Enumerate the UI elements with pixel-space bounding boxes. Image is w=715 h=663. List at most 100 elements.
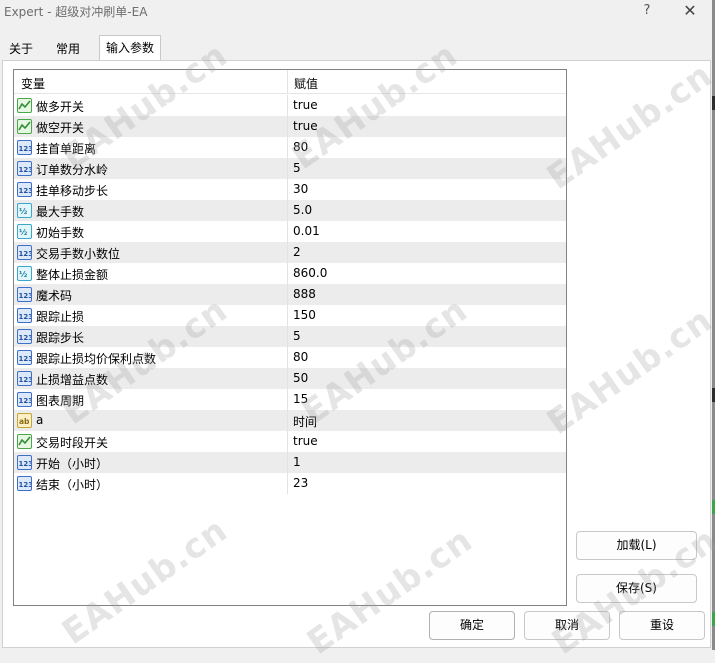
svg-text:123: 123 (19, 334, 32, 342)
parameter-name: 魔术码 (36, 289, 73, 303)
window-title: Expert - 超级对冲刷单-EA (4, 5, 148, 19)
ok-button[interactable]: 确定 (429, 611, 515, 640)
tab-about[interactable]: 关于 (3, 39, 39, 60)
parameter-name: 订单数分水岭 (36, 163, 109, 177)
column-header-value[interactable]: 赋值 (294, 75, 318, 92)
table-row[interactable]: 123 交易手数小数位 2 (14, 242, 566, 263)
table-row[interactable]: 交易时段开关 true (14, 431, 566, 452)
parameter-name: 开始（小时） (36, 457, 109, 471)
cancel-button[interactable]: 取消 (524, 611, 610, 640)
int-type-icon: 123 (17, 392, 32, 407)
load-button[interactable]: 加载(L) (576, 531, 697, 560)
svg-text:123: 123 (19, 376, 32, 384)
parameter-value[interactable]: 2 (293, 245, 301, 259)
table-row[interactable]: 123 图表周期 15 (14, 389, 566, 410)
table-row[interactable]: ab a 时间 (14, 410, 566, 431)
table-row[interactable]: 123 魔术码 888 (14, 284, 566, 305)
parameter-value[interactable]: 5.0 (293, 203, 312, 217)
svg-text:123: 123 (19, 355, 32, 363)
string-type-icon: ab (17, 413, 32, 428)
int-type-icon: 123 (17, 140, 32, 155)
svg-text:123: 123 (19, 481, 32, 489)
parameter-name: 跟踪止损均价保利点数 (36, 352, 157, 366)
parameter-name: 跟踪步长 (36, 331, 85, 345)
reset-button[interactable]: 重设 (619, 611, 705, 640)
int-type-icon: 123 (17, 308, 32, 323)
tab-inputs[interactable]: 输入参数 (99, 35, 162, 61)
parameter-name: 挂首单距离 (36, 142, 97, 156)
table-row[interactable]: 123 挂单移动步长 30 (14, 179, 566, 200)
parameter-name: 整体止损金额 (36, 268, 109, 282)
table-row[interactable]: 123 跟踪止损均价保利点数 80 (14, 347, 566, 368)
table-row[interactable]: ½ 整体止损金额 860.0 (14, 263, 566, 284)
svg-text:123: 123 (19, 166, 32, 174)
parameter-value[interactable]: 0.01 (293, 224, 320, 238)
column-header-variable[interactable]: 变量 (21, 75, 45, 92)
parameter-name: 止损增益点数 (36, 373, 109, 387)
int-type-icon: 123 (17, 350, 32, 365)
parameter-value[interactable]: true (293, 119, 318, 133)
double-type-icon: ½ (17, 224, 32, 239)
int-type-icon: 123 (17, 287, 32, 302)
svg-text:123: 123 (19, 313, 32, 321)
parameter-value[interactable]: 80 (293, 350, 308, 364)
table-row[interactable]: 做空开关 true (14, 116, 566, 137)
help-button[interactable]: ? (638, 1, 656, 21)
svg-text:123: 123 (19, 145, 32, 153)
table-row[interactable]: 123 订单数分水岭 5 (14, 158, 566, 179)
parameter-name: 跟踪止损 (36, 310, 85, 324)
int-type-icon: 123 (17, 161, 32, 176)
parameter-value[interactable]: 888 (293, 287, 316, 301)
table-row[interactable]: ½ 最大手数 5.0 (14, 200, 566, 221)
parameter-value[interactable]: 5 (293, 161, 301, 175)
double-type-icon: ½ (17, 203, 32, 218)
parameter-value[interactable]: 860.0 (293, 266, 327, 280)
parameter-name: 结束（小时） (36, 478, 109, 492)
table-row[interactable]: 123 结束（小时） 23 (14, 473, 566, 494)
table-row[interactable]: 123 开始（小时） 1 (14, 452, 566, 473)
table-row[interactable]: 123 挂首单距离 80 (14, 137, 566, 158)
bool-type-icon (17, 119, 32, 134)
parameter-value[interactable]: 23 (293, 476, 308, 490)
title-bar: Expert - 超级对冲刷单-EA ? ✕ (0, 0, 715, 24)
parameter-value[interactable]: 30 (293, 182, 308, 196)
close-button[interactable]: ✕ (680, 1, 700, 21)
tab-strip: 关于 常用 输入参数 (0, 35, 715, 61)
parameter-name: a (36, 413, 44, 427)
table-row[interactable]: ½ 初始手数 0.01 (14, 221, 566, 242)
int-type-icon: 123 (17, 245, 32, 260)
parameter-name: 最大手数 (36, 205, 85, 219)
parameter-value[interactable]: 5 (293, 329, 301, 343)
svg-text:123: 123 (19, 460, 32, 468)
parameter-value[interactable]: 50 (293, 371, 308, 385)
table-row[interactable]: 123 止损增益点数 50 (14, 368, 566, 389)
bool-type-icon (17, 434, 32, 449)
parameter-value[interactable]: 15 (293, 392, 308, 406)
parameter-value[interactable]: 时间 (293, 413, 317, 430)
table-row[interactable]: 做多开关 true (14, 95, 566, 116)
parameter-name: 挂单移动步长 (36, 184, 109, 198)
grid-header: 变量 赋值 (14, 70, 566, 94)
svg-text:123: 123 (19, 292, 32, 300)
svg-text:123: 123 (19, 397, 32, 405)
svg-text:123: 123 (19, 250, 32, 258)
parameter-value[interactable]: 80 (293, 140, 308, 154)
svg-text:½: ½ (19, 269, 27, 279)
tab-common[interactable]: 常用 (50, 39, 86, 60)
parameter-value[interactable]: 150 (293, 308, 316, 322)
parameter-name: 做多开关 (36, 100, 85, 114)
parameter-name: 交易手数小数位 (36, 247, 121, 261)
table-row[interactable]: 123 跟踪步长 5 (14, 326, 566, 347)
parameter-value[interactable]: true (293, 434, 318, 448)
int-type-icon: 123 (17, 455, 32, 470)
parameter-value[interactable]: true (293, 98, 318, 112)
save-button[interactable]: 保存(S) (576, 574, 697, 603)
table-row[interactable]: 123 跟踪止损 150 (14, 305, 566, 326)
int-type-icon: 123 (17, 476, 32, 491)
double-type-icon: ½ (17, 266, 32, 281)
parameter-value[interactable]: 1 (293, 455, 301, 469)
svg-text:123: 123 (19, 187, 32, 195)
svg-text:½: ½ (19, 206, 27, 216)
int-type-icon: 123 (17, 329, 32, 344)
inputs-grid: 变量 赋值 做多开关 true 做空开关 true 123 挂首单距离 80 123 订单数分水… (13, 69, 567, 606)
